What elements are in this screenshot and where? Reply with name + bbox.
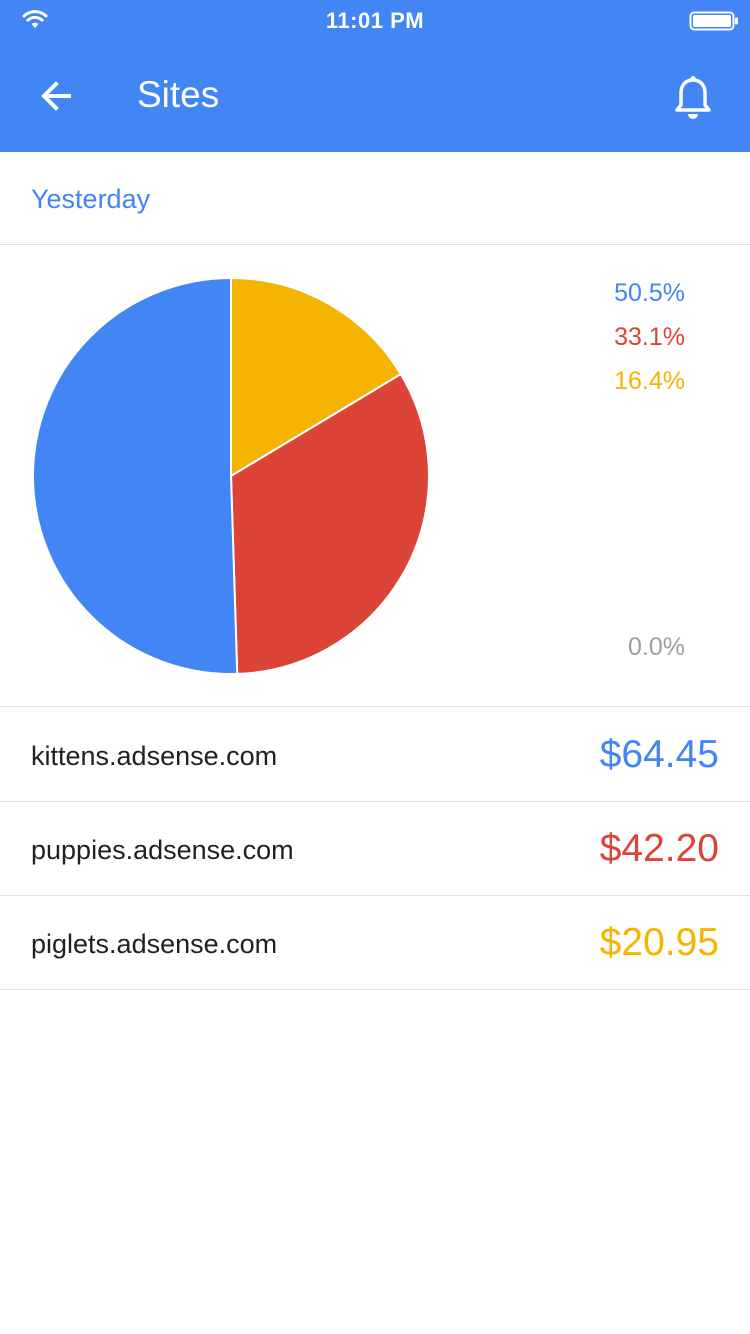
site-name: kittens.adsense.com <box>31 741 278 771</box>
battery-icon <box>689 11 738 31</box>
site-earnings: $42.20 <box>599 827 719 870</box>
site-name: puppies.adsense.com <box>31 835 294 865</box>
bell-icon <box>675 75 711 119</box>
period-selector[interactable]: Yesterday <box>31 182 150 216</box>
status-time: 11:01 PM <box>325 8 425 33</box>
site-earnings: $20.95 <box>599 921 719 964</box>
site-name: piglets.adsense.com <box>31 929 278 959</box>
notifications-button[interactable] <box>662 66 724 128</box>
pie-label-kittens: 50.5% <box>614 279 685 307</box>
toolbar: Sites <box>0 40 750 152</box>
site-earnings: $64.45 <box>599 733 719 776</box>
pie-label-puppies: 33.1% <box>614 323 685 351</box>
back-button[interactable] <box>26 66 86 126</box>
period-row: Yesterday <box>0 152 750 245</box>
site-row-kittens[interactable]: kittens.adsense.com $64.45 <box>0 708 750 802</box>
pie-slice-kittens <box>32 277 239 675</box>
site-row-piglets[interactable]: piglets.adsense.com $20.95 <box>0 896 750 990</box>
pie-chart <box>32 277 430 675</box>
chart-area: 50.5% 33.1% 16.4% 0.0% <box>0 246 750 707</box>
page-title: Sites <box>137 74 220 115</box>
arrow-back-icon <box>41 81 71 111</box>
app-bar: 11:01 PM Sites <box>0 0 750 152</box>
site-row-puppies[interactable]: puppies.adsense.com $42.20 <box>0 802 750 896</box>
pie-label-piglets: 16.4% <box>614 367 685 395</box>
status-bar: 11:01 PM <box>0 0 750 40</box>
pie-label-other: 0.0% <box>628 633 685 661</box>
